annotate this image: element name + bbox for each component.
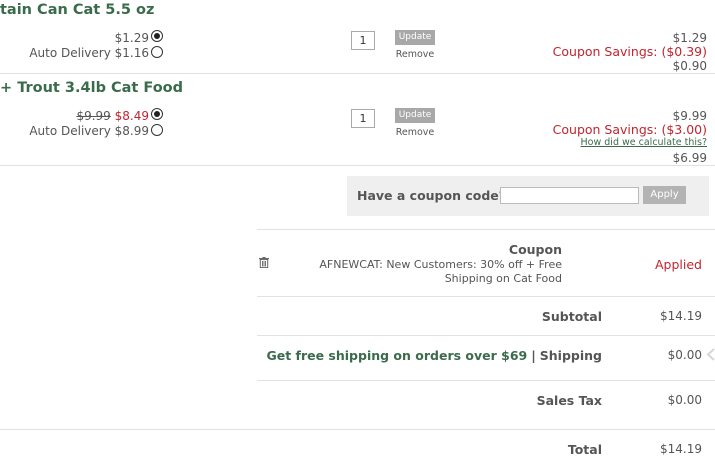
line-total: $1.29: [672, 31, 707, 45]
remove-link[interactable]: Remove: [395, 127, 435, 138]
divider: [257, 380, 715, 381]
price-regular: $1.29: [114, 31, 149, 45]
item-title[interactable]: + Trout 3.4lb Cat Food: [0, 80, 183, 96]
item-title[interactable]: tain Can Cat 5.5 oz: [0, 2, 154, 18]
price-regular-radio[interactable]: [151, 30, 163, 42]
divider: [257, 229, 715, 230]
autodelivery-price: Auto Delivery $1.16: [29, 46, 149, 60]
chevron-left-icon[interactable]: [706, 348, 715, 361]
price-sale-line: $9.99 $8.49: [76, 109, 149, 123]
coupon-form: Have a coupon code? Apply: [347, 176, 709, 216]
sales-tax-label: Sales Tax: [536, 393, 602, 408]
total-value: $14.19: [660, 442, 702, 456]
trash-icon[interactable]: [259, 257, 269, 268]
autodelivery-radio[interactable]: [151, 46, 163, 58]
free-shipping-promo[interactable]: Get free shipping on orders over $69: [266, 348, 527, 363]
update-button[interactable]: Update: [395, 108, 435, 123]
coupon-status: Applied: [655, 257, 702, 272]
coupon-description: AFNEWCAT: New Customers: 30% off + Free …: [319, 258, 562, 285]
coupon-prompt: Have a coupon code?: [357, 188, 507, 203]
sales-tax-value: $0.00: [667, 393, 702, 407]
shipping-label: Shipping: [539, 348, 602, 363]
line-total: $9.99: [672, 109, 707, 123]
divider: [257, 296, 715, 297]
coupon-savings: Coupon Savings: ($3.00): [552, 122, 707, 137]
update-button[interactable]: Update: [395, 30, 435, 45]
coupon-savings: Coupon Savings: ($0.39): [552, 44, 707, 59]
shipping-separator: |: [531, 348, 536, 363]
shipping-value: $0.00: [667, 348, 702, 362]
divider: [0, 73, 715, 74]
quantity-input[interactable]: 1: [351, 31, 375, 50]
final-total: $6.99: [672, 151, 707, 165]
price-original: $9.99: [76, 109, 111, 123]
quantity-input[interactable]: 1: [351, 109, 375, 128]
autodelivery-price: Auto Delivery $8.99: [29, 124, 149, 138]
divider: [0, 165, 715, 166]
subtotal-label: Subtotal: [541, 309, 602, 324]
remove-link[interactable]: Remove: [395, 49, 435, 60]
price-sale-radio[interactable]: [151, 108, 163, 120]
autodelivery-radio[interactable]: [151, 124, 163, 136]
apply-coupon-button[interactable]: Apply: [643, 186, 686, 204]
price-sale: $8.49: [114, 109, 149, 123]
subtotal-value: $14.19: [660, 309, 702, 323]
coupon-code-input[interactable]: [500, 187, 639, 204]
divider: [0, 429, 715, 430]
how-calculated-link[interactable]: How did we calculate this?: [581, 137, 707, 148]
coupon-heading: Coupon: [508, 242, 562, 257]
total-label: Total: [567, 442, 602, 457]
divider: [257, 335, 715, 336]
final-total: $0.90: [672, 59, 707, 73]
shipping-row: Get free shipping on orders over $69 | S…: [266, 348, 602, 363]
